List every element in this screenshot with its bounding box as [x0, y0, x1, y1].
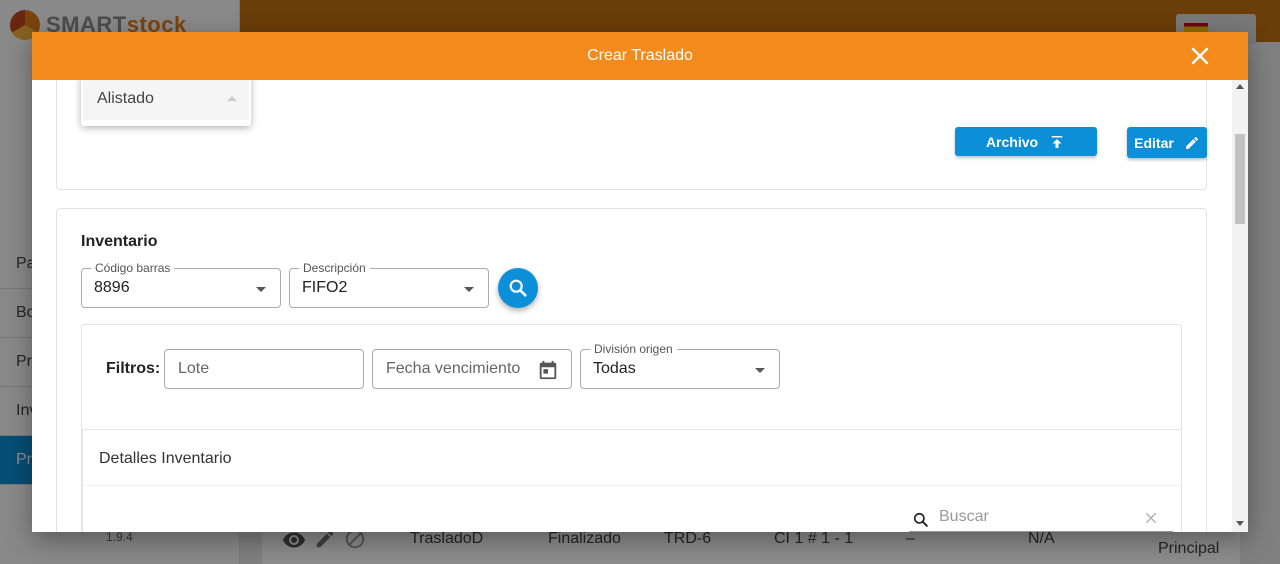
lote-placeholder: Lote — [178, 360, 210, 377]
estado-option-alistado[interactable]: Alistado — [83, 80, 249, 120]
filtros-label: Filtros: — [106, 360, 161, 377]
fecha-vencimiento-input[interactable]: Fecha vencimiento — [372, 349, 572, 389]
scroll-thumb[interactable] — [1235, 134, 1245, 224]
descripcion-label: Descripción — [299, 261, 370, 275]
search-icon — [509, 279, 527, 297]
division-origen-select[interactable]: División origen Todas — [580, 342, 780, 389]
dialog-scrollbar[interactable] — [1232, 80, 1248, 532]
codigo-barras-select[interactable]: Código barras 8896 — [81, 261, 281, 308]
buscar-placeholder: Buscar — [939, 508, 989, 525]
division-origen-label: División origen — [590, 342, 677, 356]
codigo-barras-value: 8896 — [94, 279, 130, 296]
chevron-down-icon — [755, 368, 765, 373]
editar-button[interactable]: Editar — [1127, 127, 1207, 158]
search-button[interactable] — [498, 268, 538, 308]
pencil-icon — [1185, 136, 1198, 149]
search-icon — [913, 512, 928, 527]
descripcion-value: FIFO2 — [302, 279, 348, 296]
clear-icon[interactable] — [1143, 510, 1159, 526]
detalles-inventario-title: Detalles Inventario — [99, 450, 232, 467]
dialog-title: Crear Traslado — [587, 47, 693, 64]
chevron-down-icon — [256, 287, 266, 292]
archivo-button-label: Archivo — [985, 133, 1039, 150]
archivo-button[interactable]: Archivo — [955, 127, 1097, 156]
descripcion-select[interactable]: Descripción FIFO2 — [289, 261, 489, 308]
fecha-vencimiento-placeholder: Fecha vencimiento — [386, 360, 521, 377]
division-origen-value: Todas — [593, 360, 636, 377]
divider — [83, 485, 1182, 486]
codigo-barras-label: Código barras — [91, 261, 175, 275]
buscar-input[interactable]: Buscar — [909, 502, 1173, 532]
crear-traslado-dialog: Crear Traslado Archivo Editar Alistado I… — [32, 32, 1248, 532]
dialog-header: Crear Traslado — [32, 32, 1248, 80]
calendar-icon[interactable] — [537, 359, 559, 381]
inventario-card: Inventario Código barras 8896 Descripció… — [56, 208, 1207, 532]
estado-dropdown-menu: Alistado — [81, 80, 251, 126]
filtros-panel: Filtros: Lote Fecha vencimiento División… — [81, 324, 1182, 532]
close-icon[interactable] — [1188, 44, 1212, 68]
dialog-body: Archivo Editar Alistado Inventario Códig… — [32, 80, 1232, 532]
editar-button-label: Editar — [1134, 134, 1174, 151]
scroll-down-arrow-icon[interactable] — [1236, 521, 1244, 526]
detalles-inventario-panel: Detalles Inventario Buscar — [82, 429, 1182, 532]
chevron-down-icon — [464, 287, 474, 292]
upload-icon — [1051, 135, 1063, 148]
scroll-up-arrow-icon[interactable] — [1236, 84, 1244, 89]
lote-input[interactable]: Lote — [164, 349, 364, 389]
inventario-title: Inventario — [81, 233, 158, 250]
chevron-up-icon — [227, 96, 237, 101]
